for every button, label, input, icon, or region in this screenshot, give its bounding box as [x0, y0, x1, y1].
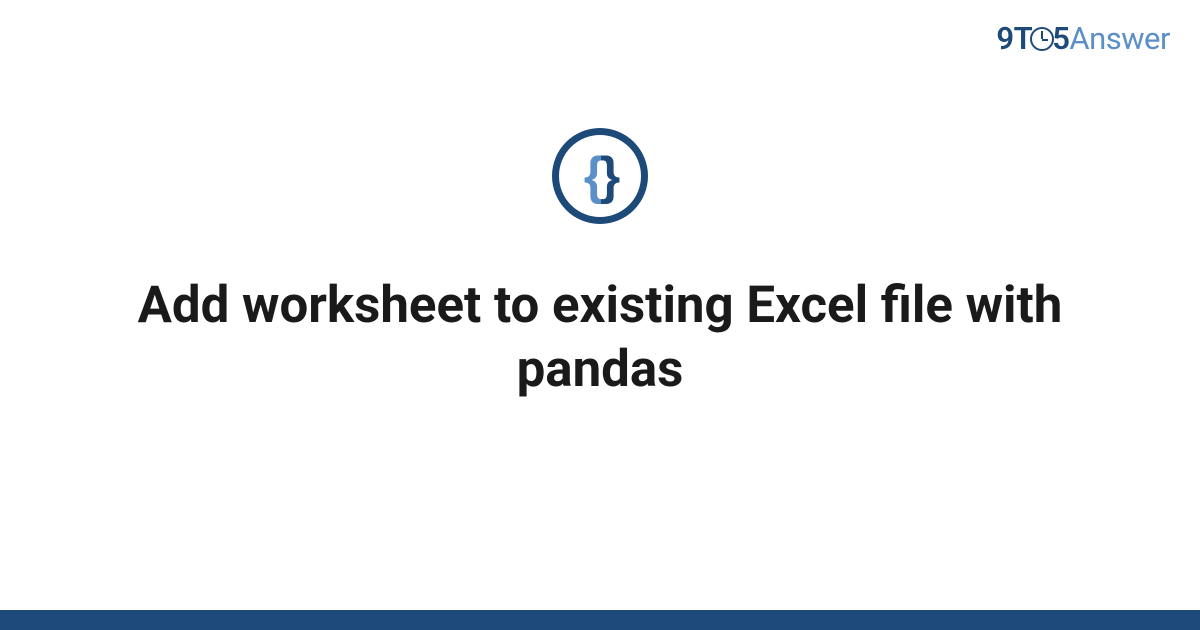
clock-icon	[1030, 27, 1054, 51]
page-title: Add worksheet to existing Excel file wit…	[120, 274, 1080, 402]
logo-five: 5	[1052, 20, 1069, 57]
footer-bar	[0, 610, 1200, 630]
main-content: {} Add worksheet to existing Excel file …	[0, 128, 1200, 402]
brace-left: {	[584, 147, 600, 205]
logo-nine: 9	[996, 20, 1013, 57]
brace-right: }	[600, 147, 616, 205]
logo-answer: Answer	[1069, 20, 1170, 57]
braces-icon: {}	[552, 128, 648, 224]
site-logo: 9T5Answer	[996, 20, 1170, 57]
